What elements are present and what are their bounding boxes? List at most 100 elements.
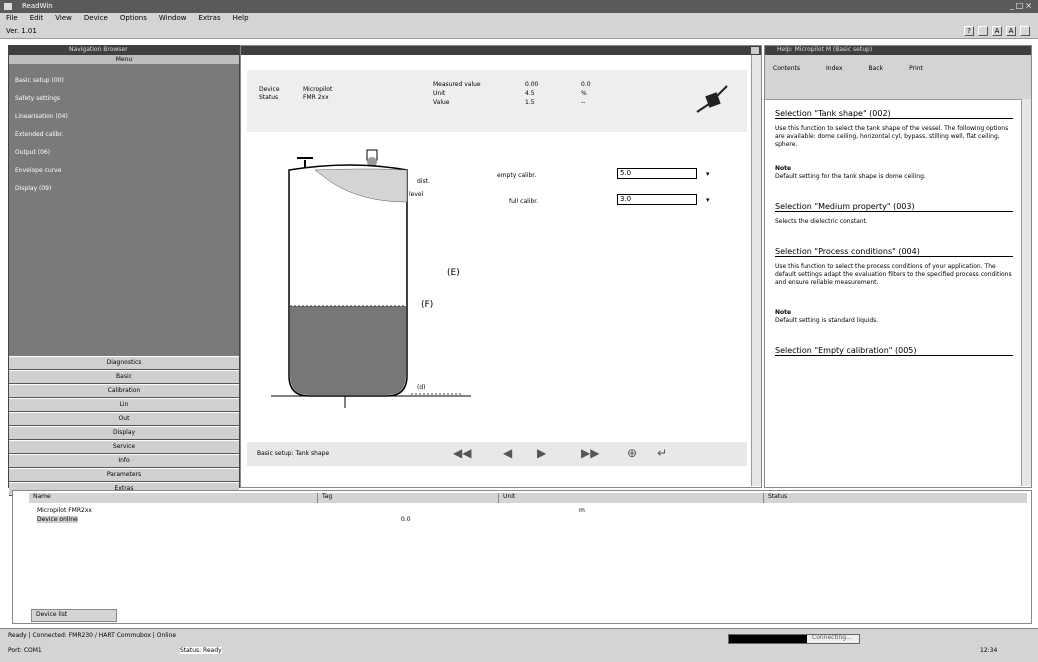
nav-group-button[interactable]: Diagnostics bbox=[9, 356, 239, 370]
next-page-icon[interactable]: ▶ bbox=[537, 446, 546, 460]
zoom-icon[interactable]: ⊕ bbox=[627, 446, 637, 460]
column-header[interactable]: Status bbox=[764, 493, 1018, 503]
header-value: -- bbox=[581, 99, 586, 106]
column-header[interactable]: Name bbox=[29, 493, 318, 503]
editor-panel: Device Status Micropilot FMR 2xx Measure… bbox=[240, 45, 762, 488]
nav-panel: Navigation Browser Menu Basic setup (00)… bbox=[8, 45, 240, 496]
nav-item[interactable]: Linearisation (04) bbox=[15, 108, 68, 126]
menu-extras[interactable]: Extras bbox=[198, 14, 220, 22]
menu-window[interactable]: Window bbox=[159, 14, 187, 22]
nav-item[interactable]: Safety settings bbox=[15, 90, 68, 108]
info-icon[interactable] bbox=[1020, 26, 1030, 36]
help-section-text: Selects the dielectric constant. bbox=[775, 218, 868, 225]
window-controls[interactable]: _□× bbox=[1010, 1, 1034, 10]
nav-group-button[interactable]: Calibration bbox=[9, 384, 239, 398]
menu-file[interactable]: File bbox=[6, 14, 18, 22]
header-value: 0.00 bbox=[525, 81, 539, 88]
nav-item[interactable]: Envelope curve bbox=[15, 162, 68, 180]
status-port: Port: COM1 bbox=[8, 647, 42, 654]
help-icon[interactable]: ? bbox=[964, 26, 974, 36]
column-header[interactable]: Unit bbox=[499, 493, 764, 503]
nav-group-button[interactable]: Info bbox=[9, 454, 239, 468]
table-row[interactable]: Device online 0.0 bbox=[33, 516, 1023, 524]
help-section-text: Use this function to select the process … bbox=[775, 263, 1012, 286]
toolbar: Ver. 1.01 ? A A bbox=[0, 24, 1038, 39]
font-a-icon[interactable]: A bbox=[992, 26, 1002, 36]
footer-text: Basic setup: Tank shape bbox=[257, 450, 330, 457]
first-page-icon[interactable]: ◀◀ bbox=[453, 446, 471, 460]
full-calibr-field[interactable]: 3.0 bbox=[617, 194, 697, 205]
menu-options[interactable]: Options bbox=[120, 14, 147, 22]
device-sensor-icon bbox=[696, 85, 728, 113]
chevron-down-icon[interactable]: ▾ bbox=[706, 196, 710, 204]
device-list-tab-label: Device list bbox=[36, 611, 68, 618]
nav-panel-header: Menu bbox=[9, 55, 239, 64]
header-label: Measured value bbox=[433, 81, 481, 88]
nav-item[interactable]: Extended calibr. bbox=[15, 126, 68, 144]
tank-diagram bbox=[271, 149, 471, 408]
help-section-title: Selection "Tank shape" (002) bbox=[775, 110, 1013, 119]
field-label: full calibr. bbox=[509, 198, 539, 205]
help-section-title: Selection "Process conditions" (004) bbox=[775, 248, 1013, 257]
help-scrollbar[interactable] bbox=[1021, 99, 1031, 486]
help-note-title: Note bbox=[775, 165, 792, 172]
help-section-text: Default setting for the tank shape is do… bbox=[775, 173, 926, 180]
window-icon[interactable] bbox=[978, 26, 988, 36]
nav-item[interactable]: Display (09) bbox=[15, 180, 68, 198]
device-list-panel: Name Tag Unit Status Micropilot FMR2xx m… bbox=[12, 490, 1032, 624]
table-row[interactable]: Micropilot FMR2xx m bbox=[33, 507, 1023, 515]
nav-group-button[interactable]: Service bbox=[9, 440, 239, 454]
status-bar: Ready | Connected: FMR230 / HART Commubo… bbox=[0, 628, 1038, 662]
prev-page-icon[interactable]: ◀ bbox=[503, 446, 512, 460]
editor-scrollbar[interactable] bbox=[751, 55, 761, 486]
help-index-button[interactable]: Index bbox=[826, 65, 843, 72]
field-label: empty calibr. bbox=[497, 172, 537, 179]
help-note-title: Note bbox=[775, 309, 792, 316]
row-name: Device online bbox=[37, 516, 78, 523]
header-label: Status bbox=[259, 94, 279, 101]
dist-label: dist. bbox=[417, 178, 430, 185]
d-label: (d) bbox=[417, 384, 426, 391]
title-bar: ReadWin _□× bbox=[0, 0, 1038, 13]
table-header: Name Tag Unit Status bbox=[29, 493, 1027, 503]
menu-view[interactable]: View bbox=[55, 14, 72, 22]
column-header[interactable]: Tag bbox=[318, 493, 499, 503]
nav-item[interactable]: Output (06) bbox=[15, 144, 68, 162]
nav-item[interactable]: Basic setup (00) bbox=[15, 72, 68, 90]
nav-bottom-list: Diagnostics Basic Calibration Lin Out Di… bbox=[9, 356, 239, 496]
nav-group-button[interactable]: Out bbox=[9, 412, 239, 426]
font-b-icon[interactable]: A bbox=[1006, 26, 1016, 36]
nav-group-button[interactable]: Parameters bbox=[9, 468, 239, 482]
last-page-icon[interactable]: ▶▶ bbox=[581, 446, 599, 460]
help-section-title: Selection "Empty calibration" (005) bbox=[775, 347, 1013, 356]
header-value: 1.5 bbox=[525, 99, 535, 106]
nav-group-button[interactable]: Basic bbox=[9, 370, 239, 384]
menu-edit[interactable]: Edit bbox=[30, 14, 44, 22]
nav-panel-subtitle: Menu bbox=[115, 56, 133, 63]
help-titlebar: Help: Micropilot M (Basic setup) bbox=[765, 46, 1031, 55]
menu-help[interactable]: Help bbox=[233, 14, 249, 22]
level-label: level bbox=[409, 191, 424, 198]
help-section-text: Default setting is standard liquids. bbox=[775, 317, 879, 324]
header-value: % bbox=[581, 90, 587, 97]
header-value: FMR 2xx bbox=[303, 94, 329, 101]
device-header: Device Status Micropilot FMR 2xx Measure… bbox=[247, 70, 747, 132]
help-content: Selection "Tank shape" (002) Use this fu… bbox=[775, 110, 1013, 356]
help-print-button[interactable]: Print bbox=[909, 65, 923, 72]
nav-panel-title: Navigation Browser bbox=[69, 46, 128, 53]
nav-group-button[interactable]: Display bbox=[9, 426, 239, 440]
menu-device[interactable]: Device bbox=[84, 14, 108, 22]
device-list-tab[interactable]: Device list bbox=[31, 609, 117, 622]
close-icon[interactable] bbox=[751, 47, 759, 54]
header-value: 0.0 bbox=[581, 81, 591, 88]
help-section-text: Use this function to select the tank sha… bbox=[775, 125, 1009, 148]
enter-icon[interactable]: ↵ bbox=[657, 446, 667, 460]
header-label: Value bbox=[433, 99, 450, 106]
nav-group-button[interactable]: Lin bbox=[9, 398, 239, 412]
status-text: Status: Ready bbox=[180, 647, 222, 654]
chevron-down-icon[interactable]: ▾ bbox=[706, 170, 710, 178]
help-back-button[interactable]: Back bbox=[869, 65, 884, 72]
help-contents-button[interactable]: Contents bbox=[773, 65, 800, 72]
help-panel: Help: Micropilot M (Basic setup) Content… bbox=[764, 45, 1032, 488]
empty-calibr-field[interactable]: 5.0 bbox=[617, 168, 697, 179]
